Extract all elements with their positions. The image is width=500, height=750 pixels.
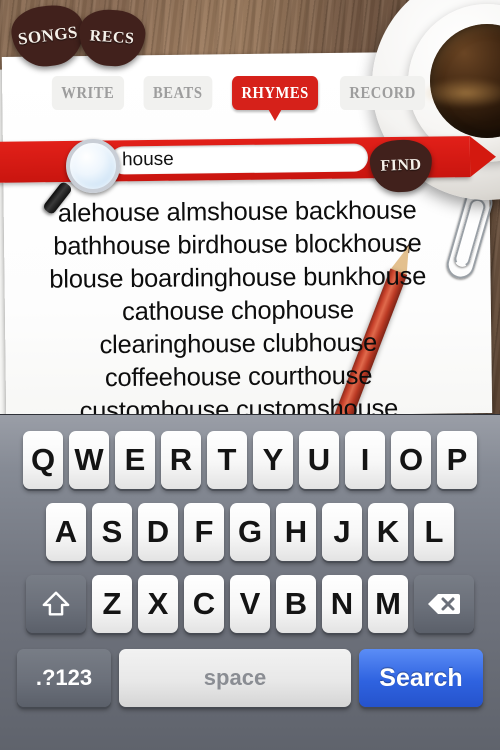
rhyme-result-line: alehouse almshouse backhouse <box>57 196 417 228</box>
tab-beats[interactable]: BEATS <box>143 76 212 110</box>
search-input[interactable] <box>109 146 369 172</box>
key-m[interactable]: M <box>368 575 408 633</box>
shift-key[interactable] <box>26 575 86 633</box>
rhyme-result-line: bathhouse birdhouse blockhouse <box>53 229 422 261</box>
tab-record-label: RECORD <box>349 83 417 102</box>
key-q[interactable]: Q <box>23 431 63 489</box>
search-key[interactable]: Search <box>359 649 483 707</box>
key-k[interactable]: K <box>368 503 408 561</box>
key-w[interactable]: W <box>69 431 109 489</box>
space-key[interactable]: space <box>119 649 351 707</box>
key-f[interactable]: F <box>184 503 224 561</box>
delete-key[interactable] <box>414 575 474 633</box>
key-e[interactable]: E <box>115 431 155 489</box>
key-g[interactable]: G <box>230 503 270 561</box>
key-p[interactable]: P <box>437 431 477 489</box>
pick-tab-songs-label: SONGS <box>16 22 79 49</box>
rhyme-result-line: clearinghouse clubhouse <box>99 328 378 360</box>
rhyme-results-list: alehouse almshouse backhouse bathhouse b… <box>17 194 459 429</box>
key-z[interactable]: Z <box>92 575 132 633</box>
keyboard-row-1: Q W E R T Y U I O P <box>0 415 500 489</box>
key-x[interactable]: X <box>138 575 178 633</box>
tab-rhymes-label: RHYMES <box>241 83 309 102</box>
keyboard-row-2: A S D F G H J K L <box>0 489 500 561</box>
key-b[interactable]: B <box>276 575 316 633</box>
key-l[interactable]: L <box>414 503 454 561</box>
key-h[interactable]: H <box>276 503 316 561</box>
delete-backspace-icon <box>428 594 460 614</box>
app-root: SONGS RECS WRITE BEATS RHYMES RECORD FIN… <box>0 0 500 750</box>
rhyme-result-line: coffeehouse courthouse <box>104 361 373 393</box>
tab-record[interactable]: RECORD <box>340 76 426 110</box>
key-u[interactable]: U <box>299 431 339 489</box>
shift-arrow-icon <box>42 591 70 616</box>
numeric-key[interactable]: .?123 <box>17 649 111 707</box>
key-v[interactable]: V <box>230 575 270 633</box>
key-j[interactable]: J <box>322 503 362 561</box>
find-button-label: FIND <box>380 156 422 175</box>
key-t[interactable]: T <box>207 431 247 489</box>
rhyme-result-line: cathouse chophouse <box>121 295 354 327</box>
pick-tab-recs-label: RECS <box>89 27 135 48</box>
tab-write[interactable]: WRITE <box>51 76 124 110</box>
key-y[interactable]: Y <box>253 431 293 489</box>
key-d[interactable]: D <box>138 503 178 561</box>
key-n[interactable]: N <box>322 575 362 633</box>
key-i[interactable]: I <box>345 431 385 489</box>
key-c[interactable]: C <box>184 575 224 633</box>
tab-rhymes[interactable]: RHYMES <box>232 76 319 121</box>
rhyme-result-line: blouse boardinghouse bunkhouse <box>49 262 427 294</box>
tab-bar: WRITE BEATS RHYMES RECORD <box>46 76 446 121</box>
key-a[interactable]: A <box>46 503 86 561</box>
keyboard-row-4: .?123 space Search <box>0 633 500 707</box>
key-r[interactable]: R <box>161 431 201 489</box>
tab-write-label: WRITE <box>61 83 115 102</box>
onscreen-keyboard: Q W E R T Y U I O P A S D F G H J K L Z … <box>0 414 500 750</box>
tab-beats-label: BEATS <box>152 83 203 102</box>
key-s[interactable]: S <box>92 503 132 561</box>
key-o[interactable]: O <box>391 431 431 489</box>
keyboard-row-3: Z X C V B N M <box>0 561 500 633</box>
search-input-wrapper[interactable] <box>109 143 369 175</box>
